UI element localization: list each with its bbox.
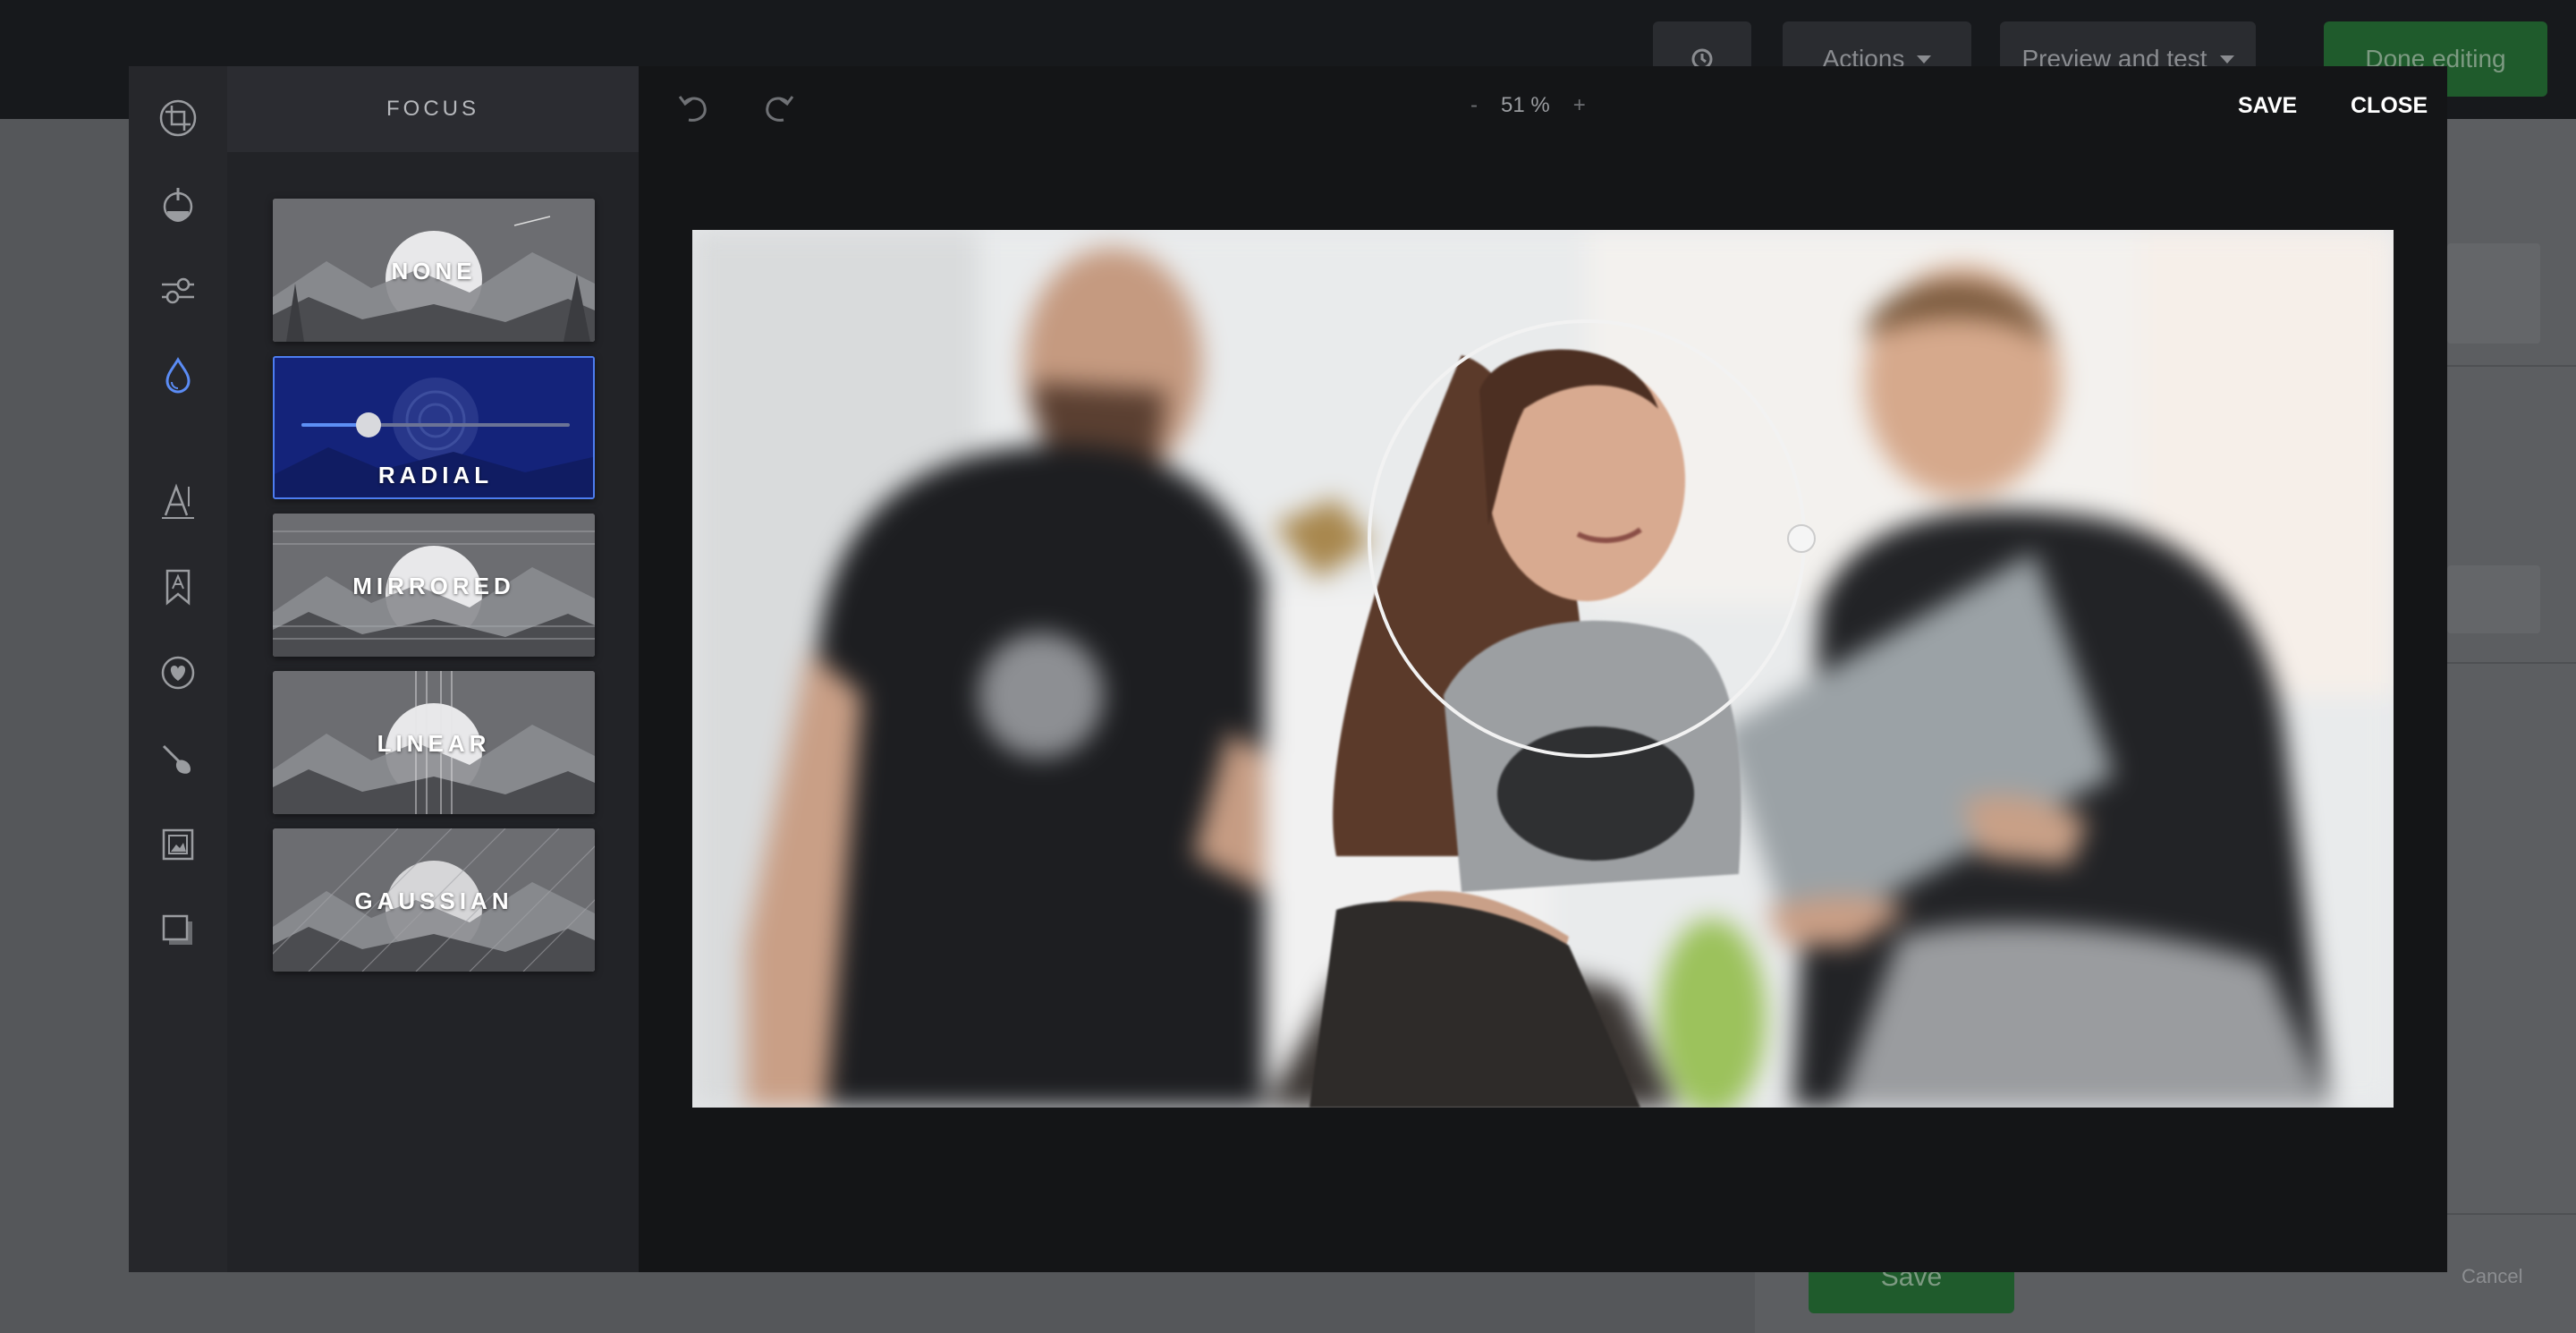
focus-panel: FOCUS NONE RADIAL MIRRORED LINEAR GAUSSI… [227,66,639,1272]
close-button[interactable]: CLOSE [2351,93,2428,119]
slider-thumb[interactable] [356,412,381,437]
heart-sticker-icon [161,656,195,690]
radial-intensity-slider[interactable] [301,412,570,437]
brush-icon [162,744,191,774]
brush-tool[interactable] [153,734,203,784]
filter-icon [163,188,193,222]
focus-option-label: MIRRORED [352,573,515,599]
crop-icon [159,99,197,137]
focus-option-mirrored[interactable]: MIRRORED [273,514,595,657]
text-tool[interactable] [153,476,203,526]
sticker-tool[interactable] [153,648,203,698]
sticker-bookmark-icon [165,569,191,606]
frame-tool[interactable] [153,819,203,870]
focus-option-none[interactable]: NONE [273,199,595,342]
focus-option-label: LINEAR [377,730,491,757]
frame-icon [162,828,194,861]
focus-option-radial[interactable]: RADIAL [273,356,595,499]
radial-resize-handle[interactable] [1787,524,1816,553]
zoom-control: - 51 % + [1470,93,1586,118]
zoom-in-button[interactable]: + [1573,93,1586,118]
redo-icon [766,96,794,122]
chevron-down-icon [2219,55,2234,64]
overlay-tool[interactable] [153,905,203,955]
photo-canvas[interactable] [692,230,2394,1108]
image-editor-modal: FOCUS NONE RADIAL MIRRORED LINEAR GAUSSI… [129,66,2447,1272]
undo-icon [678,96,707,122]
panel-title: FOCUS [227,66,639,152]
tool-rail [129,66,227,1272]
photo-image [692,230,2394,1108]
adjust-sliders-icon [162,277,194,304]
focus-option-linear[interactable]: LINEAR [273,671,595,814]
overlay-icon [162,914,192,945]
chevron-down-icon [1917,55,1932,64]
background-field [2447,565,2540,633]
text-icon [162,483,194,519]
focus-option-gaussian[interactable]: GAUSSIAN [273,828,595,972]
focus-option-label: NONE [391,258,477,284]
focus-option-label: RADIAL [377,462,494,488]
focus-tool[interactable] [153,351,203,401]
undo-button[interactable] [671,86,717,132]
crop-tool[interactable] [153,93,203,143]
focus-drop-icon [165,357,191,394]
zoom-out-button[interactable]: - [1470,93,1478,118]
save-button[interactable]: SAVE [2238,93,2297,119]
redo-button[interactable] [755,86,801,132]
focus-option-label: GAUSSIAN [354,887,513,914]
adjust-tool[interactable] [153,265,203,315]
background-card [2447,243,2540,344]
background-cancel-link: Cancel [2462,1265,2523,1287]
text-design-tool[interactable] [153,562,203,612]
filter-tool[interactable] [153,179,203,229]
zoom-value: 51 % [1501,93,1550,117]
